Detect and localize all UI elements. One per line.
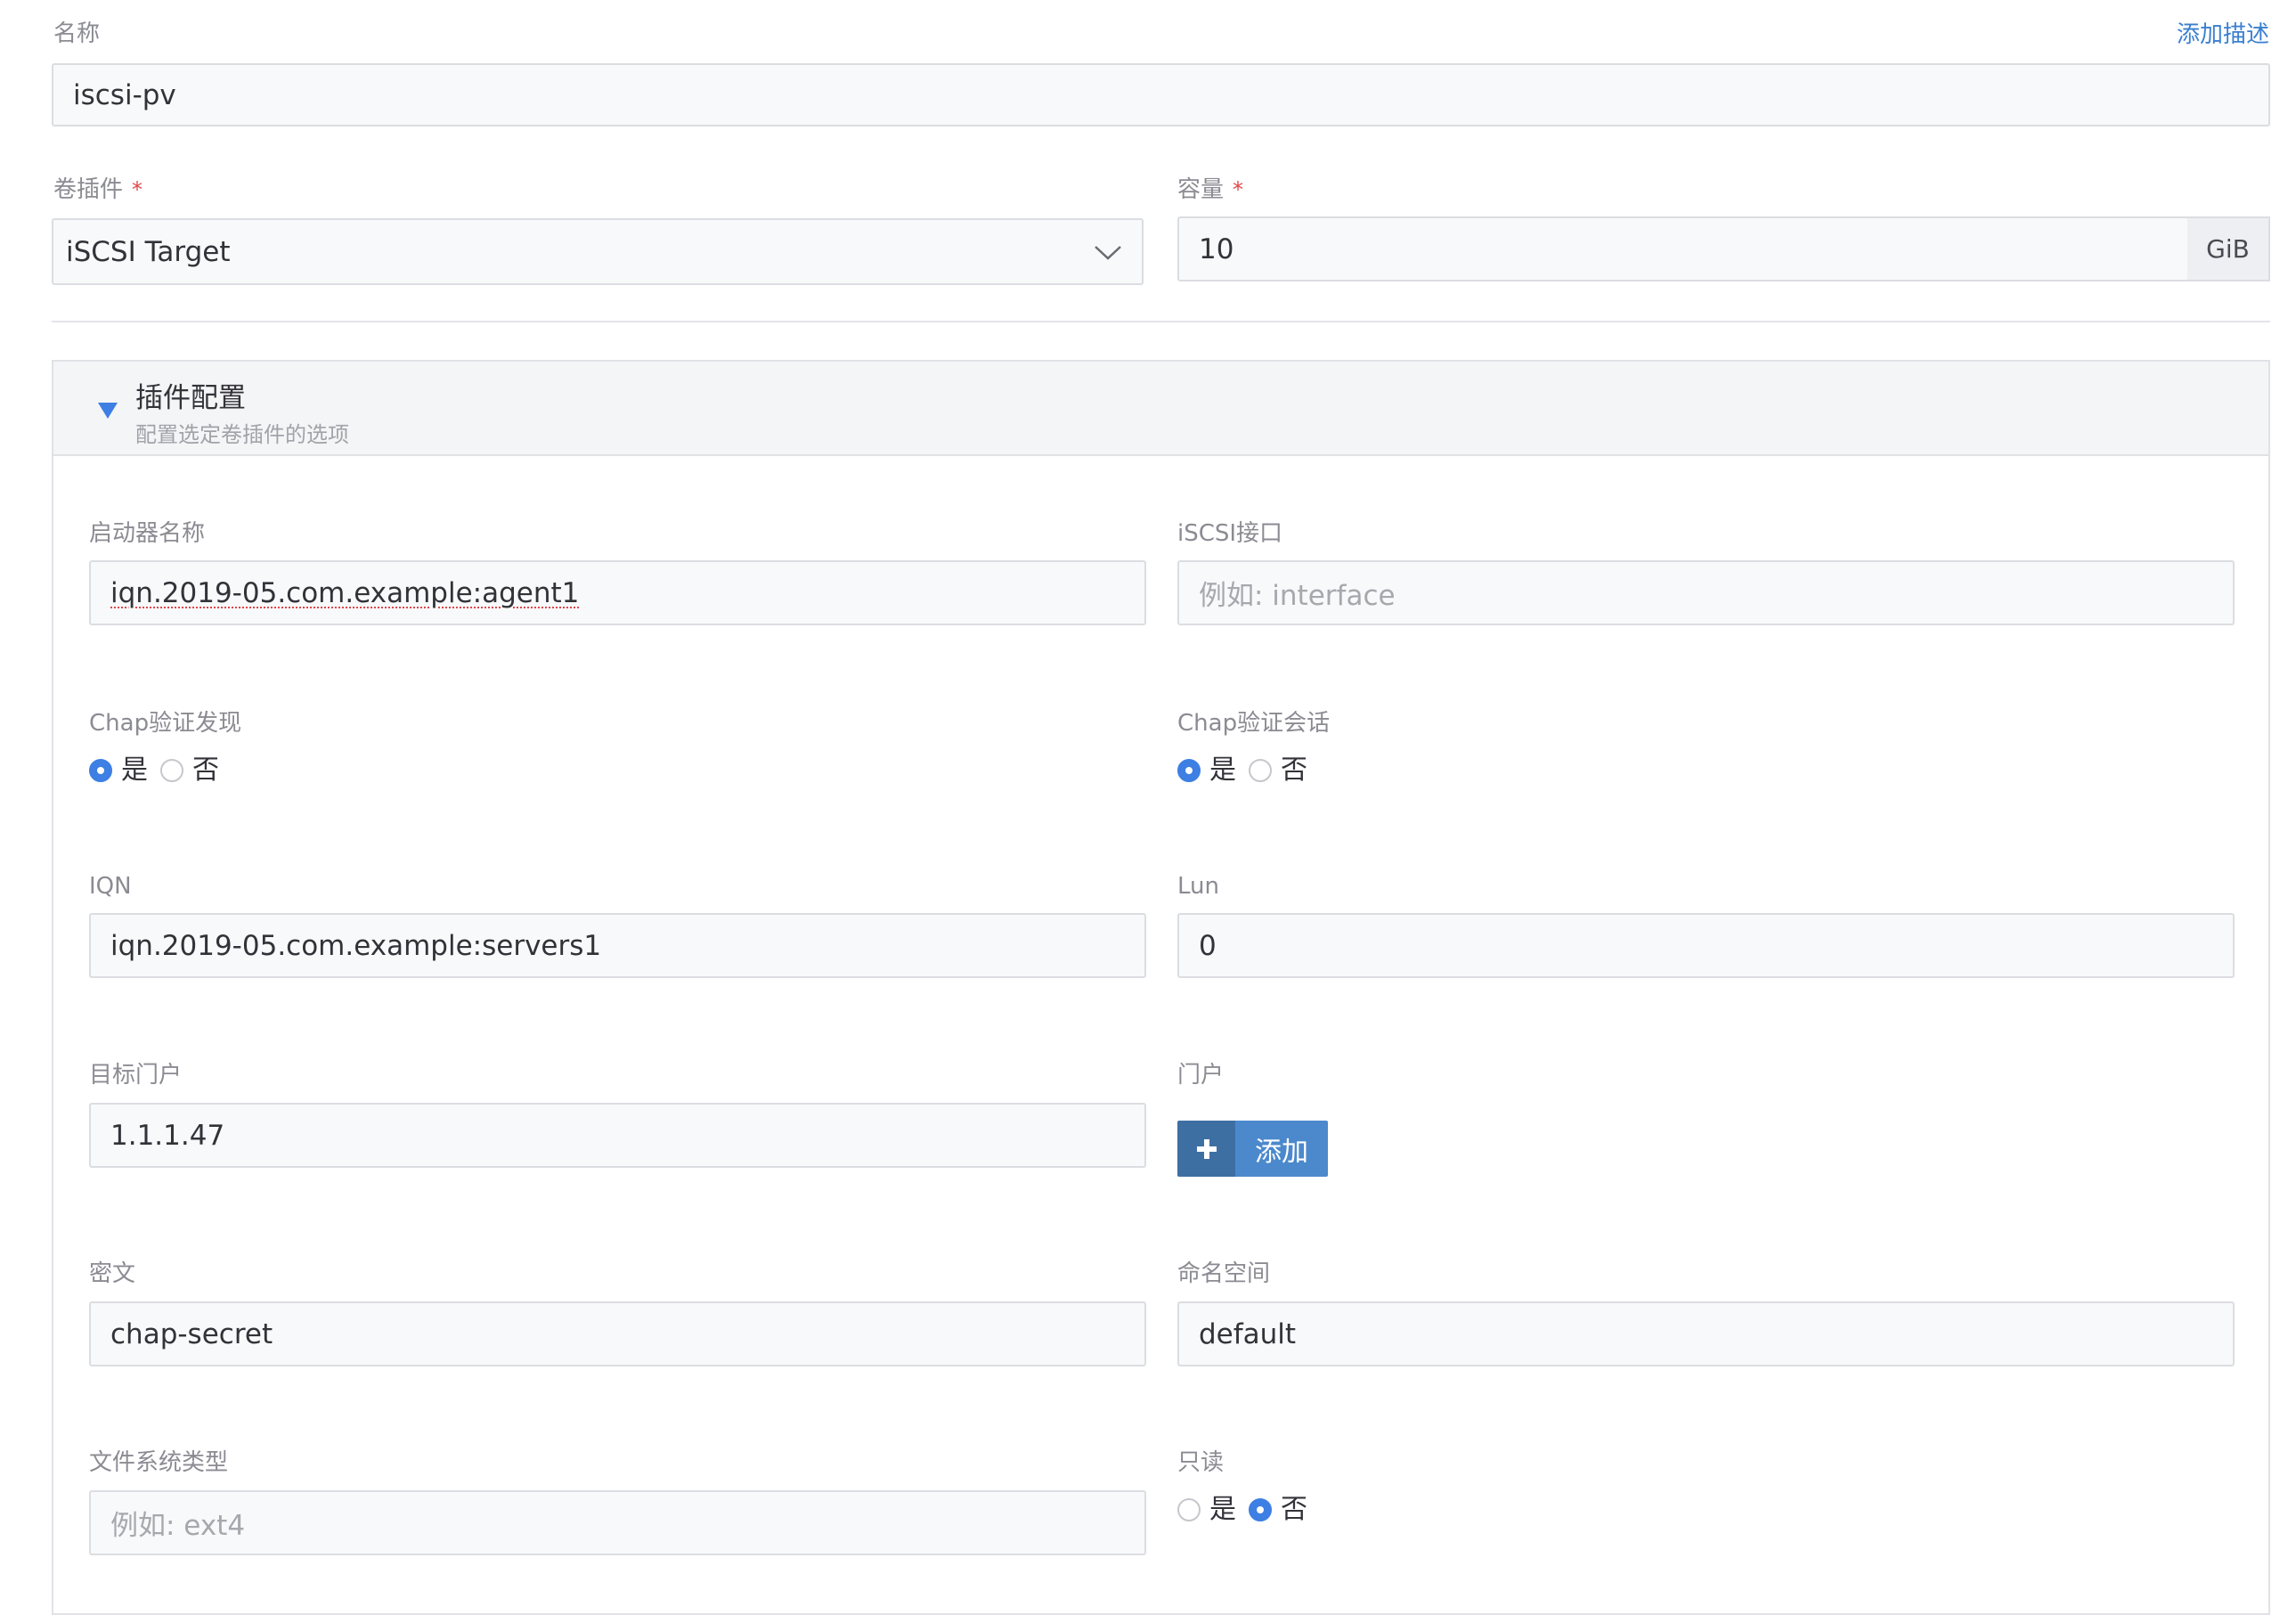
chap-discovery-yes-radio[interactable] [89, 759, 112, 782]
lun-value: 0 [1199, 929, 1217, 962]
target-portal-input[interactable]: 1.1.1.47 [89, 1103, 1146, 1168]
read-only-radio-group: 是 否 [1177, 1495, 1320, 1525]
chap-discovery-radio-group: 是 否 [89, 755, 232, 786]
add-portal-button[interactable]: 添加 [1177, 1121, 1328, 1177]
namespace-label: 命名空间 [1177, 1260, 1271, 1287]
add-description-link[interactable]: 添加描述 [2177, 23, 2269, 46]
read-only-label: 只读 [1177, 1449, 1225, 1476]
chap-discovery-no-radio[interactable] [160, 759, 183, 782]
plus-icon [1177, 1121, 1235, 1177]
name-input-value: iscsi-pv [73, 78, 176, 111]
target-portal-label: 目标门户 [89, 1062, 183, 1089]
required-mark: * [132, 177, 143, 202]
read-only-yes-label: 是 [1209, 1494, 1236, 1525]
plugin-config-title: 插件配置 [135, 382, 246, 414]
iscsi-interface-input[interactable]: 例如: interface [1177, 560, 2235, 625]
capacity-label: 容量 * [1177, 176, 1244, 203]
chap-session-label: Chap验证会话 [1177, 710, 1331, 737]
chevron-down-icon [1095, 246, 1121, 260]
plugin-config-subtitle: 配置选定卷插件的选项 [135, 422, 349, 447]
fs-type-placeholder: 例如: ext4 [110, 1510, 246, 1542]
target-portal-value: 1.1.1.47 [110, 1119, 225, 1152]
volume-plugin-label: 卷插件 * [53, 176, 143, 203]
add-portal-label: 添加 [1235, 1121, 1328, 1177]
chap-session-no-radio[interactable] [1249, 759, 1272, 782]
initiator-name-input[interactable]: iqn.2019-05.com.example:agent1 [89, 560, 1146, 625]
namespace-input[interactable]: default [1177, 1301, 2235, 1366]
namespace-value: default [1199, 1317, 1297, 1350]
read-only-yes-radio[interactable] [1177, 1498, 1201, 1521]
name-input[interactable]: iscsi-pv [52, 63, 2270, 126]
chap-session-no-label: 否 [1281, 754, 1307, 786]
capacity-unit: GiB [2187, 216, 2270, 281]
iscsi-interface-label: iSCSI接口 [1177, 520, 1283, 547]
fs-type-input[interactable]: 例如: ext4 [89, 1490, 1146, 1555]
required-mark: * [1233, 177, 1244, 202]
lun-label: Lun [1177, 873, 1219, 900]
chap-discovery-no-label: 否 [192, 754, 219, 786]
secret-value: chap-secret [110, 1317, 273, 1350]
section-divider [52, 321, 2270, 322]
read-only-no-radio[interactable] [1249, 1498, 1272, 1521]
plugin-config-panel [52, 360, 2270, 1615]
capacity-input[interactable]: 10 [1177, 216, 2189, 281]
chap-discovery-yes-label: 是 [121, 754, 148, 786]
volume-plugin-select[interactable]: iSCSI Target [52, 218, 1144, 285]
fs-type-label: 文件系统类型 [89, 1449, 229, 1476]
portals-label: 门户 [1177, 1062, 1225, 1089]
chap-session-yes-label: 是 [1209, 754, 1236, 786]
capacity-input-value: 10 [1199, 232, 1234, 265]
read-only-no-label: 否 [1281, 1494, 1307, 1525]
chap-session-radio-group: 是 否 [1177, 755, 1320, 786]
iqn-value: iqn.2019-05.com.example:servers1 [110, 929, 602, 962]
iqn-input[interactable]: iqn.2019-05.com.example:servers1 [89, 913, 1146, 978]
collapse-triangle-icon [98, 403, 118, 419]
lun-input[interactable]: 0 [1177, 913, 2235, 978]
volume-plugin-value: iSCSI Target [66, 235, 231, 268]
initiator-name-label: 启动器名称 [89, 520, 206, 547]
initiator-name-value: iqn.2019-05.com.example:agent1 [110, 576, 580, 609]
plugin-config-header[interactable]: 插件配置 配置选定卷插件的选项 [52, 360, 2270, 456]
name-label: 名称 [53, 20, 101, 47]
chap-discovery-label: Chap验证发现 [89, 710, 242, 737]
secret-input[interactable]: chap-secret [89, 1301, 1146, 1366]
chap-session-yes-radio[interactable] [1177, 759, 1201, 782]
secret-label: 密文 [89, 1260, 136, 1287]
iqn-label: IQN [89, 873, 132, 900]
iscsi-interface-placeholder: 例如: interface [1199, 580, 1396, 612]
